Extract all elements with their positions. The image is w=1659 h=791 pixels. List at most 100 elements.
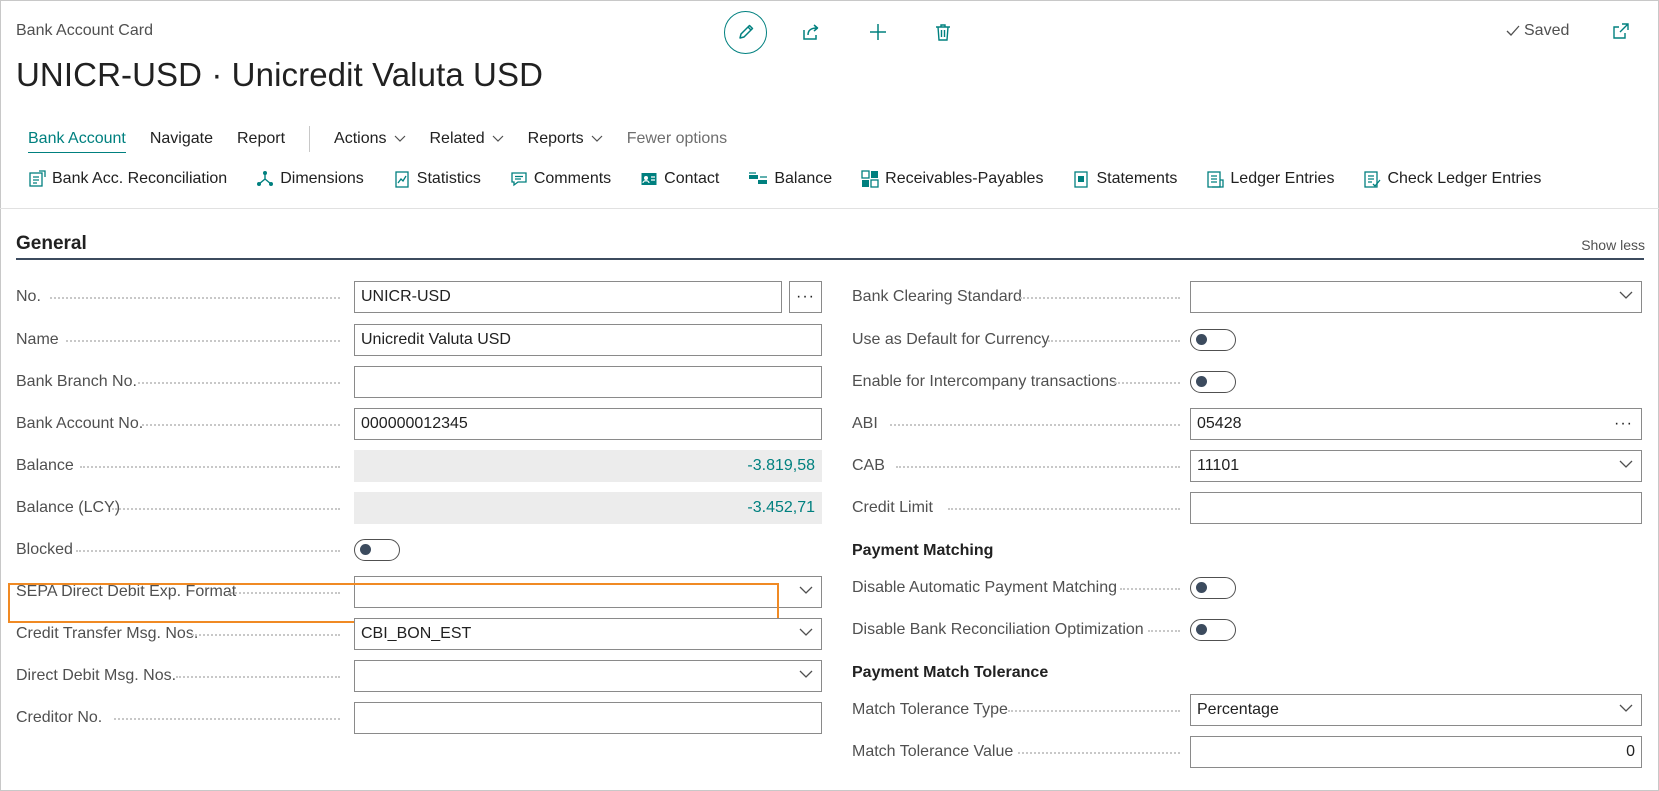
field-leader [66, 340, 340, 342]
field-label: Credit Transfer Msg. Nos. [16, 625, 199, 642]
field-label: ABI [852, 415, 878, 432]
field-leader [896, 466, 1180, 468]
field-disable-recon-optimization: Disable Bank Reconciliation Optimization [852, 614, 1642, 646]
tab-reports-label: Reports [527, 130, 584, 147]
field-default-currency: Use as Default for Currency [852, 324, 1642, 356]
action-label: Check Ledger Entries [1387, 170, 1542, 187]
field-label: Match Tolerance Value [852, 743, 1014, 760]
action-contact[interactable]: Contact [640, 170, 719, 188]
delete-icon [935, 24, 950, 41]
tab-separator [309, 126, 311, 152]
action-label: Bank Acc. Reconciliation [52, 170, 228, 187]
tab-bank-account[interactable]: Bank Account [28, 130, 126, 153]
section-rule [16, 258, 1644, 260]
select-value: Percentage [1197, 701, 1279, 718]
field-leader [1114, 382, 1180, 384]
action-label: Statistics [416, 170, 481, 187]
balance-value[interactable]: -3.819,58 [354, 450, 822, 482]
action-comments[interactable]: Comments [510, 170, 611, 188]
action-check-ledger-entries[interactable]: Check Ledger Entries [1363, 170, 1541, 188]
field-label: Blocked [16, 541, 73, 558]
field-balance: Balance -3.819,58 [16, 450, 822, 482]
disable-recon-optimization-toggle[interactable] [1190, 619, 1236, 641]
edit-icon [738, 24, 753, 39]
show-less-link[interactable]: Show less [1581, 237, 1645, 253]
tab-report[interactable]: Report [237, 130, 285, 148]
match-tolerance-type-select[interactable]: Percentage [1190, 694, 1642, 726]
popout-icon [1613, 23, 1629, 39]
bank-clearing-standard-select[interactable] [1190, 281, 1642, 313]
section-title: General [16, 233, 87, 254]
no-input[interactable]: UNICR-USD [354, 281, 782, 313]
match-tolerance-value-input[interactable]: 0 [1190, 736, 1642, 768]
field-leader [50, 297, 340, 299]
field-cab: CAB 11101 [852, 450, 1642, 482]
field-bank-clearing-standard: Bank Clearing Standard [852, 281, 1642, 313]
direct-debit-msg-nos-select[interactable] [354, 660, 822, 692]
popout-button[interactable] [1612, 22, 1630, 45]
page-caption: Bank Account Card [16, 22, 153, 39]
new-button[interactable] [856, 11, 899, 54]
action-balance[interactable]: Balance [748, 170, 832, 188]
fewer-options-link[interactable]: Fewer options [627, 130, 728, 148]
default-currency-toggle[interactable] [1190, 329, 1236, 351]
cab-select[interactable]: 11101 [1190, 450, 1642, 482]
field-disable-auto-matching: Disable Automatic Payment Matching [852, 572, 1642, 604]
field-label: Disable Bank Reconciliation Optimization [852, 621, 1144, 638]
field-leader [114, 718, 340, 720]
edit-button[interactable] [724, 10, 767, 54]
bank-branch-no-input[interactable] [354, 366, 822, 398]
action-statements[interactable]: Statements [1072, 170, 1177, 188]
field-abi: ABI 05428 ··· [852, 408, 1642, 440]
input-value: 05428 [1197, 415, 1242, 432]
action-ledger-entries[interactable]: Ledger Entries [1206, 170, 1334, 188]
credit-transfer-msg-nos-select[interactable]: CBI_BON_EST [354, 618, 822, 650]
blocked-toggle[interactable] [354, 539, 400, 561]
field-leader [138, 382, 340, 384]
tab-navigate[interactable]: Navigate [150, 130, 213, 148]
name-input[interactable]: Unicredit Valuta USD [354, 324, 822, 356]
field-leader [112, 508, 340, 510]
field-leader [192, 634, 340, 636]
payment-matching-heading: Payment Matching [852, 542, 994, 559]
statements-icon [1074, 171, 1089, 188]
action-label: Dimensions [280, 170, 364, 187]
tab-actions-label: Actions [334, 130, 387, 147]
balance-lcy-value[interactable]: -3.452,71 [354, 492, 822, 524]
action-tabs: Bank Account Navigate Report Actions Rel… [28, 126, 751, 153]
field-leader [80, 466, 340, 468]
action-dimensions[interactable]: Dimensions [256, 170, 364, 188]
action-bank-acc-reconciliation[interactable]: Bank Acc. Reconciliation [28, 170, 227, 188]
field-blocked: Blocked [16, 534, 806, 566]
intercompany-toggle[interactable] [1190, 371, 1236, 393]
no-assist-button[interactable]: ··· [789, 281, 822, 313]
tab-related[interactable]: Related [430, 130, 504, 148]
action-label: Statements [1096, 170, 1178, 187]
field-leader [76, 550, 340, 552]
plus-icon [869, 24, 886, 40]
delete-button[interactable] [921, 11, 964, 54]
chevron-down-icon [799, 586, 813, 594]
action-label: Comments [533, 170, 612, 187]
action-label: Contact [664, 170, 720, 187]
field-leader [1020, 297, 1180, 299]
action-statistics[interactable]: Statistics [393, 170, 481, 188]
tab-reports[interactable]: Reports [528, 130, 603, 148]
share-button[interactable] [789, 11, 832, 54]
disable-auto-matching-toggle[interactable] [1190, 577, 1236, 599]
abi-input[interactable]: 05428 ··· [1190, 408, 1642, 440]
field-leader [890, 424, 1180, 426]
field-label: Creditor No. [16, 709, 103, 726]
bank-account-no-input[interactable]: 000000012345 [354, 408, 822, 440]
tab-actions[interactable]: Actions [334, 130, 405, 148]
field-label: Direct Debit Msg. Nos. [16, 667, 177, 684]
credit-limit-input[interactable] [1190, 492, 1642, 524]
field-bank-branch-no: Bank Branch No. [16, 366, 822, 398]
creditor-no-input[interactable] [354, 702, 822, 734]
abi-assist-button[interactable]: ··· [1614, 415, 1633, 433]
saved-status: Saved [1506, 22, 1569, 40]
action-label: Balance [774, 170, 833, 187]
chevron-down-icon [799, 628, 813, 636]
field-label: Balance [16, 457, 74, 474]
action-receivables-payables[interactable]: Receivables-Payables [861, 170, 1043, 188]
